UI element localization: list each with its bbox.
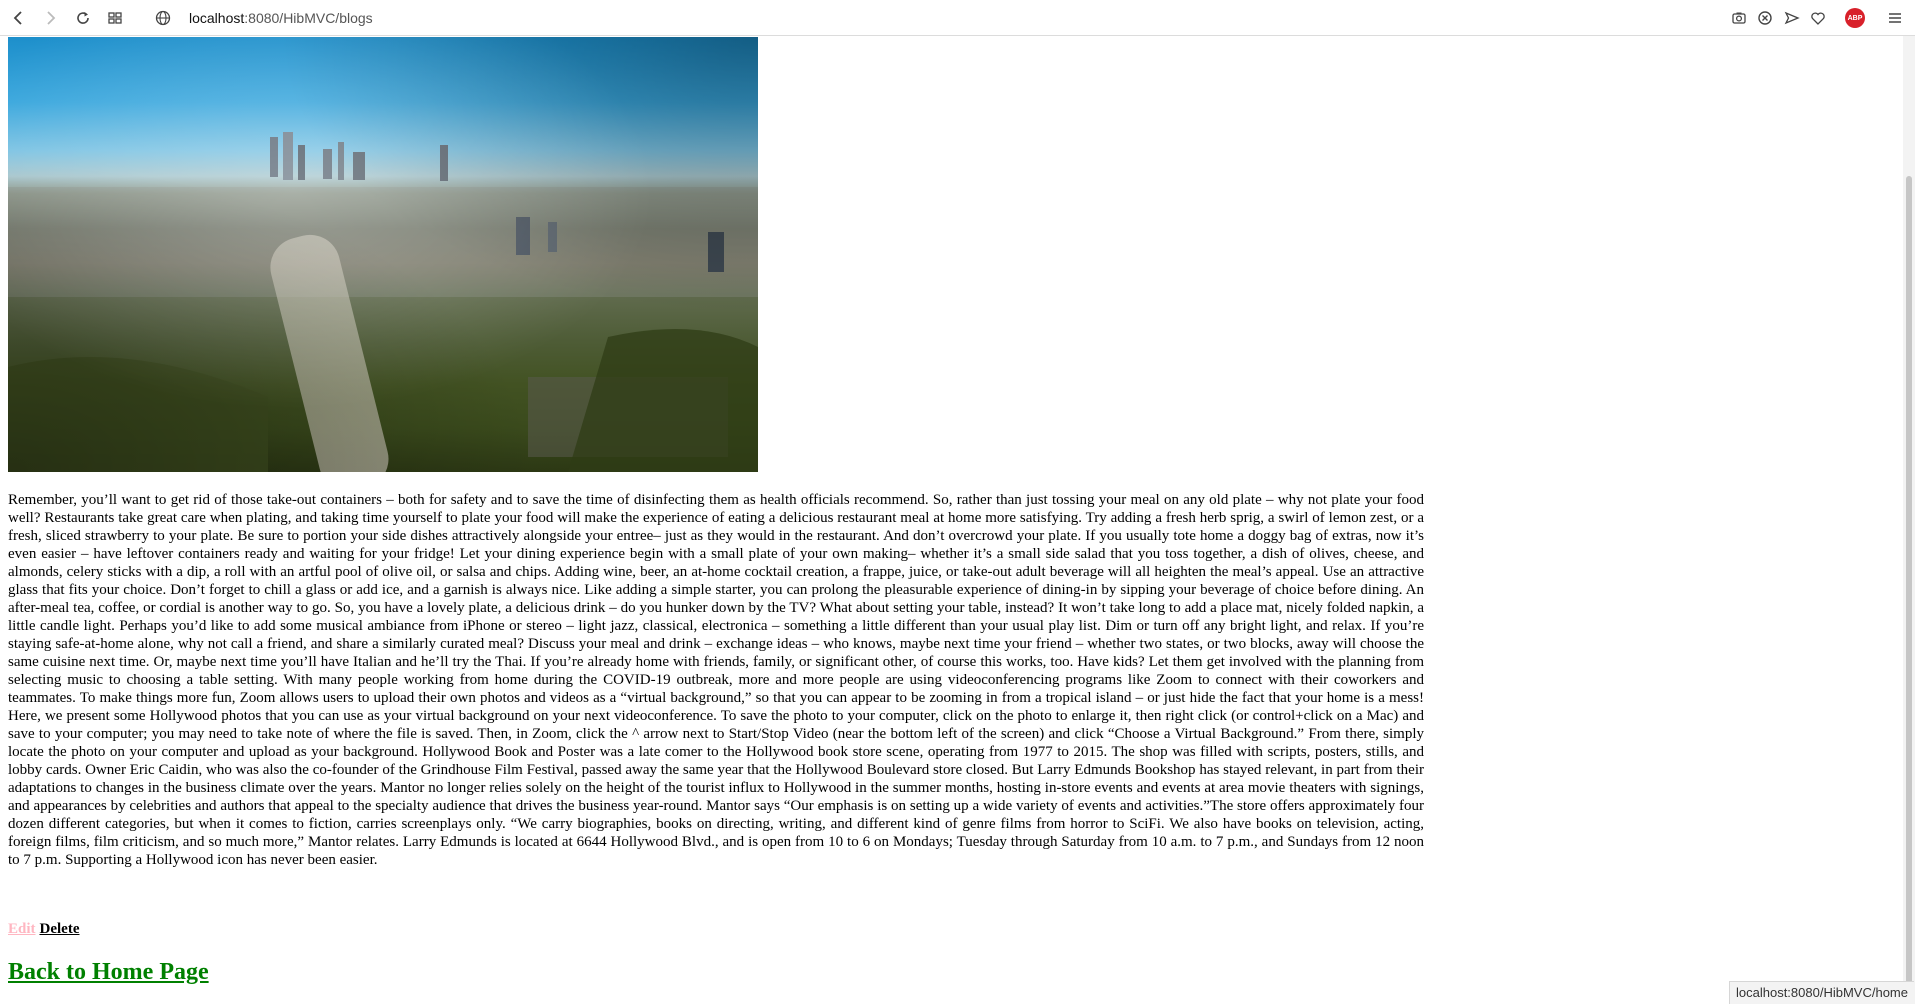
scrollbar-thumb[interactable] (1906, 176, 1912, 996)
menu-icon[interactable] (1886, 9, 1904, 27)
globe-icon (154, 9, 172, 27)
delete-link[interactable]: Delete (40, 921, 80, 937)
snapshot-icon[interactable] (1730, 9, 1748, 27)
url-path: :8080/HibMVC/blogs (244, 10, 373, 26)
browser-toolbar: localhost:8080/HibMVC/blogs ABP (0, 0, 1915, 36)
send-icon[interactable] (1783, 9, 1801, 27)
reload-icon[interactable] (74, 9, 92, 27)
url-host: localhost (189, 10, 245, 26)
blog-body: Remember, you’ll want to get rid of thos… (8, 492, 1424, 868)
back-to-home-link[interactable]: Back to Home Page (8, 959, 209, 986)
back-icon[interactable] (10, 9, 28, 27)
forward-icon[interactable] (41, 9, 59, 27)
vertical-scrollbar[interactable] (1903, 36, 1915, 1004)
tracker-blocker-icon[interactable] (1756, 9, 1774, 27)
address-bar[interactable]: localhost:8080/HibMVC/blogs (189, 8, 373, 28)
adblock-icon[interactable]: ABP (1845, 8, 1865, 28)
blog-cover-image (8, 37, 758, 472)
page-content: Remember, you’ll want to get rid of thos… (0, 36, 1895, 1004)
heart-icon[interactable] (1809, 9, 1827, 27)
speed-dial-icon[interactable] (106, 9, 124, 27)
edit-link[interactable]: Edit (8, 921, 36, 937)
status-bar-url: localhost:8080/HibMVC/home (1729, 981, 1914, 1004)
blog-actions: Edit Delete (8, 921, 79, 938)
image-vignette (8, 37, 758, 472)
